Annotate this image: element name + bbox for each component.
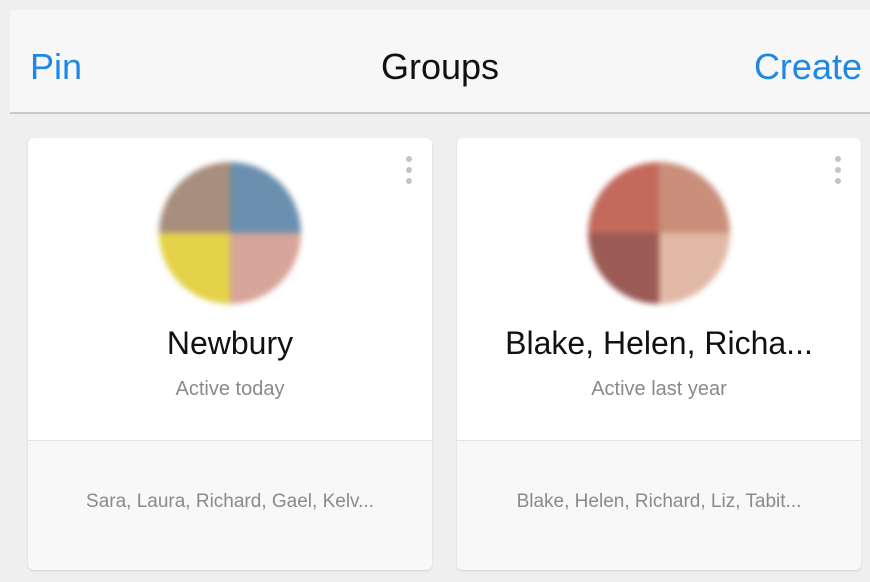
group-status: Active today xyxy=(175,378,285,400)
more-options-icon[interactable] xyxy=(833,156,843,190)
more-options-icon[interactable] xyxy=(404,156,414,190)
group-members: Sara, Laura, Richard, Gael, Kelv... xyxy=(86,491,374,512)
group-card-1[interactable]: Newbury Active today Sara, Laura, Richar… xyxy=(28,138,432,570)
group-status: Active last year xyxy=(591,378,727,400)
group-footer: Sara, Laura, Richard, Gael, Kelv... xyxy=(28,440,432,570)
group-avatar xyxy=(588,162,730,304)
navigation-bar: Pin Groups Create xyxy=(10,10,870,114)
page-title: Groups xyxy=(380,46,500,87)
group-footer: Blake, Helen, Richard, Liz, Tabit... xyxy=(457,440,861,570)
create-button[interactable]: Create xyxy=(754,46,862,88)
group-name: Newbury xyxy=(166,325,294,361)
group-members: Blake, Helen, Richard, Liz, Tabit... xyxy=(516,491,802,512)
group-card-2[interactable]: Blake, Helen, Richa... Active last year … xyxy=(457,138,861,570)
group-avatar xyxy=(159,162,301,304)
group-name: Blake, Helen, Richa... xyxy=(505,325,813,361)
